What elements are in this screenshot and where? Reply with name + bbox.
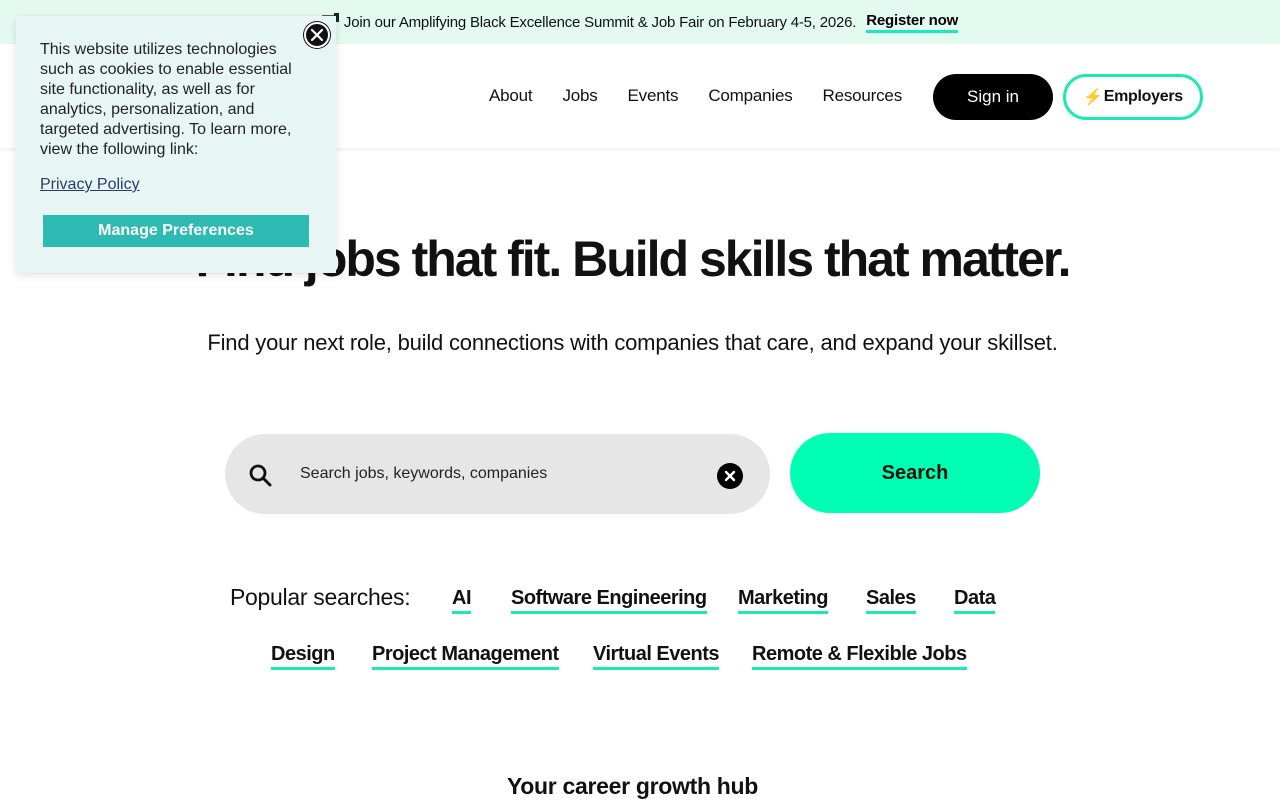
popular-search-software-engineering[interactable]: Software Engineering [511, 587, 707, 614]
popular-search-project-management[interactable]: Project Management [372, 643, 559, 670]
popular-search-marketing[interactable]: Marketing [738, 587, 828, 614]
nav-companies[interactable]: Companies [708, 86, 792, 106]
clear-search-icon[interactable] [717, 463, 743, 489]
announcement-text: Join our Amplifying Black Excellence Sum… [343, 13, 857, 31]
sign-in-button[interactable]: Sign in [933, 74, 1053, 120]
popular-search-design[interactable]: Design [271, 643, 335, 670]
search-button[interactable]: Search [790, 433, 1040, 513]
nav-about[interactable]: About [489, 86, 533, 106]
popular-search-data[interactable]: Data [954, 587, 996, 614]
main-nav: About Jobs Events Companies Resources [489, 44, 932, 148]
hero-subtitle: Find your next role, build connections w… [207, 330, 1058, 355]
lightning-icon: ⚡ [1083, 89, 1103, 106]
employers-button[interactable]: ⚡ Employers [1063, 74, 1203, 120]
cookie-banner: This website utilizes technologies such … [16, 16, 336, 273]
popular-search-sales[interactable]: Sales [866, 587, 916, 614]
nav-jobs[interactable]: Jobs [562, 86, 597, 106]
employers-label: Employers [1103, 88, 1183, 105]
popular-search-virtual-events[interactable]: Virtual Events [593, 643, 720, 670]
search-icon [249, 464, 272, 487]
popular-search-remote-flexible-jobs[interactable]: Remote & Flexible Jobs [752, 643, 967, 670]
cookie-text: This website utilizes technologies such … [40, 41, 292, 158]
privacy-policy-link[interactable]: Privacy Policy [40, 176, 140, 194]
nav-resources[interactable]: Resources [823, 86, 903, 106]
manage-preferences-button[interactable]: Manage Preferences [43, 215, 309, 247]
nav-events[interactable]: Events [628, 86, 679, 106]
register-now-link[interactable]: Register now [866, 12, 958, 33]
search-input[interactable] [300, 455, 700, 493]
popular-search-ai[interactable]: AI [452, 587, 472, 614]
close-icon[interactable] [304, 22, 330, 48]
career-hub-title: Your career growth hub [506, 773, 759, 799]
popular-searches-label: Popular searches: [230, 584, 411, 610]
